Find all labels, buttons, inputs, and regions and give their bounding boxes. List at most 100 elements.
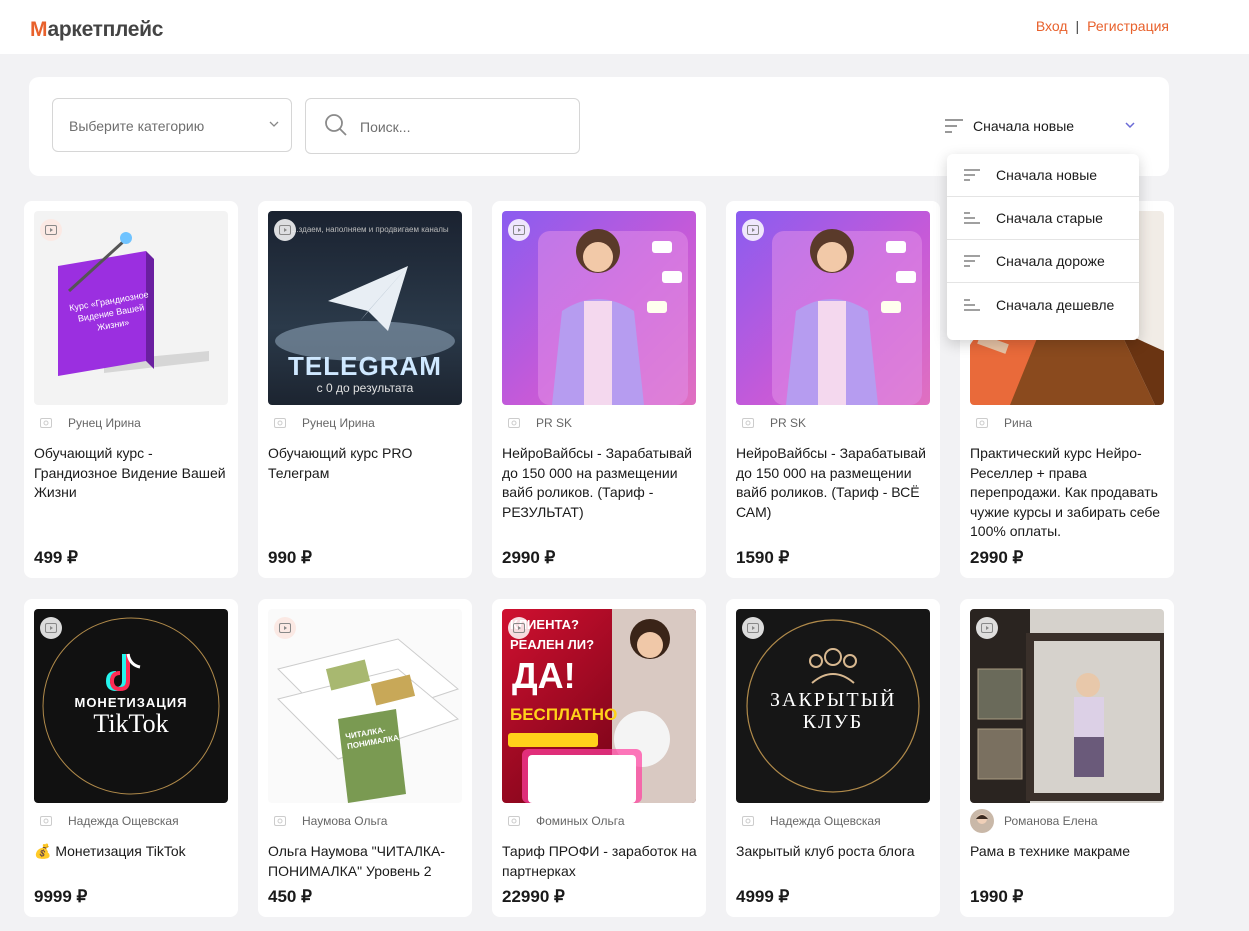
product-price: 450 ₽: [268, 887, 312, 906]
sort-option-label: Сначала новые: [996, 167, 1098, 183]
avatar-placeholder-icon: [502, 811, 526, 831]
logo[interactable]: Маркетплейс: [30, 18, 163, 42]
product-image-subtext: с 0 до результата: [316, 381, 414, 395]
avatar-placeholder-icon: [268, 811, 292, 831]
author: Рина: [970, 413, 1032, 433]
video-icon: [508, 219, 530, 241]
sort-option-cheap[interactable]: Сначала дешевле: [947, 283, 1139, 326]
product-image-text: TELEGRAM: [288, 351, 442, 381]
auth-links: Вход | Регистрация: [1036, 18, 1169, 34]
category-placeholder: Выберите категорию: [69, 118, 205, 134]
product-image: [502, 211, 696, 405]
product-image: ...здаем, наполняем и продвигаем каналы …: [268, 211, 462, 405]
video-icon: [274, 219, 296, 241]
avatar-placeholder-icon: [502, 413, 526, 433]
category-select[interactable]: Выберите категорию: [52, 98, 292, 152]
video-icon: [40, 219, 62, 241]
sort-button[interactable]: Сначала новые: [945, 113, 1135, 139]
product-card[interactable]: ...здаем, наполняем и продвигаем каналы …: [258, 201, 472, 578]
product-image-text: МОНЕТИЗАЦИЯ: [74, 695, 188, 710]
product-title[interactable]: Ольга Наумова "ЧИТАЛКА-ПОНИМАЛКА" Уровен…: [268, 842, 464, 881]
sort-label: Сначала новые: [973, 118, 1075, 134]
product-card[interactable]: Курс «Грандиозное Видение Вашей Жизни» Р…: [24, 201, 238, 578]
avatar-placeholder-icon: [34, 413, 58, 433]
author-name: Романова Елена: [1004, 814, 1098, 828]
product-card[interactable]: ЗАКРЫТЫЙ КЛУБ Надежда Ощевская Закрытый …: [726, 599, 940, 917]
author: Надежда Ощевская: [736, 811, 881, 831]
product-image: ЧИТАЛКА-ПОНИМАЛКА: [268, 609, 462, 803]
avatar-placeholder-icon: [970, 413, 994, 433]
product-title[interactable]: Обучающий курс - Грандиозное Видение Ваш…: [34, 444, 230, 503]
product-card[interactable]: МОНЕТИЗАЦИЯ TikTok Надежда Ощевская 💰 Мо…: [24, 599, 238, 917]
product-price: 1590 ₽: [736, 548, 790, 567]
product-title[interactable]: Обучающий курс PRO Телеграм: [268, 444, 464, 483]
product-image-subtext: БЕСПЛАТНО: [510, 705, 618, 724]
sort-option-label: Сначала старые: [996, 210, 1103, 226]
sort-asc-icon: [964, 212, 980, 224]
product-image-text: ЗАКРЫТЫЙ КЛУБ: [770, 689, 897, 733]
author: Надежда Ощевская: [34, 811, 179, 831]
avatar-placeholder-icon: [34, 811, 58, 831]
product-title[interactable]: Рама в технике макраме: [970, 842, 1166, 862]
author: Романова Елена: [970, 809, 1098, 833]
sort-icon: [945, 119, 963, 133]
woman-photo-illustration: [772, 229, 922, 405]
product-title[interactable]: НейроВайбсы - Зарабатывай до 150 000 на …: [736, 444, 932, 522]
product-card[interactable]: PR SK НейроВайбсы - Зарабатывай до 150 0…: [492, 201, 706, 578]
woman-photo-illustration: [538, 229, 688, 405]
author: Фоминых Ольга: [502, 811, 625, 831]
author: Рунец Ирина: [268, 413, 375, 433]
auth-separator: |: [1075, 18, 1080, 34]
login-link[interactable]: Вход: [1036, 18, 1068, 34]
sort-option-expensive[interactable]: Сначала дороже: [947, 240, 1139, 283]
product-title[interactable]: Закрытый клуб роста блога: [736, 842, 932, 862]
author-name: PR SK: [536, 416, 573, 430]
author-name: Надежда Ощевская: [770, 814, 881, 828]
author-name: PR SK: [770, 416, 807, 430]
author-name: Рунец Ирина: [68, 416, 141, 430]
product-card[interactable]: PR SK НейроВайбсы - Зарабатывай до 150 0…: [726, 201, 940, 578]
product-title[interactable]: НейроВайбсы - Зарабатывай до 150 000 на …: [502, 444, 698, 522]
author-name: Рина: [1004, 416, 1033, 430]
video-icon: [742, 219, 764, 241]
author: Рунец Ирина: [34, 413, 141, 433]
author-name: Рунец Ирина: [302, 416, 375, 430]
avatar-placeholder-icon: [736, 413, 760, 433]
sort-option-oldest[interactable]: Сначала старые: [947, 197, 1139, 240]
product-image: ЗАКРЫТЫЙ КЛУБ: [736, 609, 930, 803]
product-price: 1990 ₽: [970, 887, 1024, 906]
chevron-down-icon: [1125, 122, 1135, 129]
video-icon: [976, 617, 998, 639]
sort-desc-icon: [964, 255, 980, 267]
search-icon: [325, 114, 347, 136]
video-icon: [742, 617, 764, 639]
product-card[interactable]: ЧИТАЛКА-ПОНИМАЛКА Наумова Ольга Ольга На…: [258, 599, 472, 917]
product-title[interactable]: Тариф ПРОФИ - заработок на партнерках: [502, 842, 698, 881]
register-link[interactable]: Регистрация: [1087, 18, 1169, 34]
product-price: 499 ₽: [34, 548, 78, 567]
avatar-placeholder-icon: [736, 811, 760, 831]
product-image-subtext: TikTok: [93, 709, 169, 738]
product-price: 990 ₽: [268, 548, 312, 567]
sort-asc-icon: [964, 298, 980, 311]
product-card[interactable]: Романова Елена Рама в технике макраме 19…: [960, 599, 1174, 917]
avatar-placeholder-icon: [268, 413, 292, 433]
sort-option-newest[interactable]: Сначала новые: [947, 154, 1139, 197]
sort-dropdown: Сначала новые Сначала старые Сначала дор…: [947, 154, 1139, 340]
chevron-down-icon: [269, 121, 279, 127]
video-icon: [508, 617, 530, 639]
product-image: Курс «Грандиозное Видение Вашей Жизни»: [34, 211, 228, 405]
product-card[interactable]: КЛИЕНТА? РЕАЛЕН ЛИ? ДА! БЕСПЛАТНО Фомины…: [492, 599, 706, 917]
product-price: 4999 ₽: [736, 887, 790, 906]
product-price: 2990 ₽: [970, 548, 1024, 567]
search-input[interactable]: [360, 115, 560, 139]
product-image: [970, 609, 1164, 803]
author: PR SK: [502, 413, 572, 433]
author-name: Наумова Ольга: [302, 814, 388, 828]
sort-desc-icon: [964, 169, 980, 181]
product-title[interactable]: 💰 Монетизация TikTok: [34, 842, 230, 862]
product-title[interactable]: Практический курс Нейро-Реселлер + права…: [970, 444, 1166, 542]
video-icon: [40, 617, 62, 639]
author: PR SK: [736, 413, 806, 433]
avatar: [970, 809, 994, 833]
